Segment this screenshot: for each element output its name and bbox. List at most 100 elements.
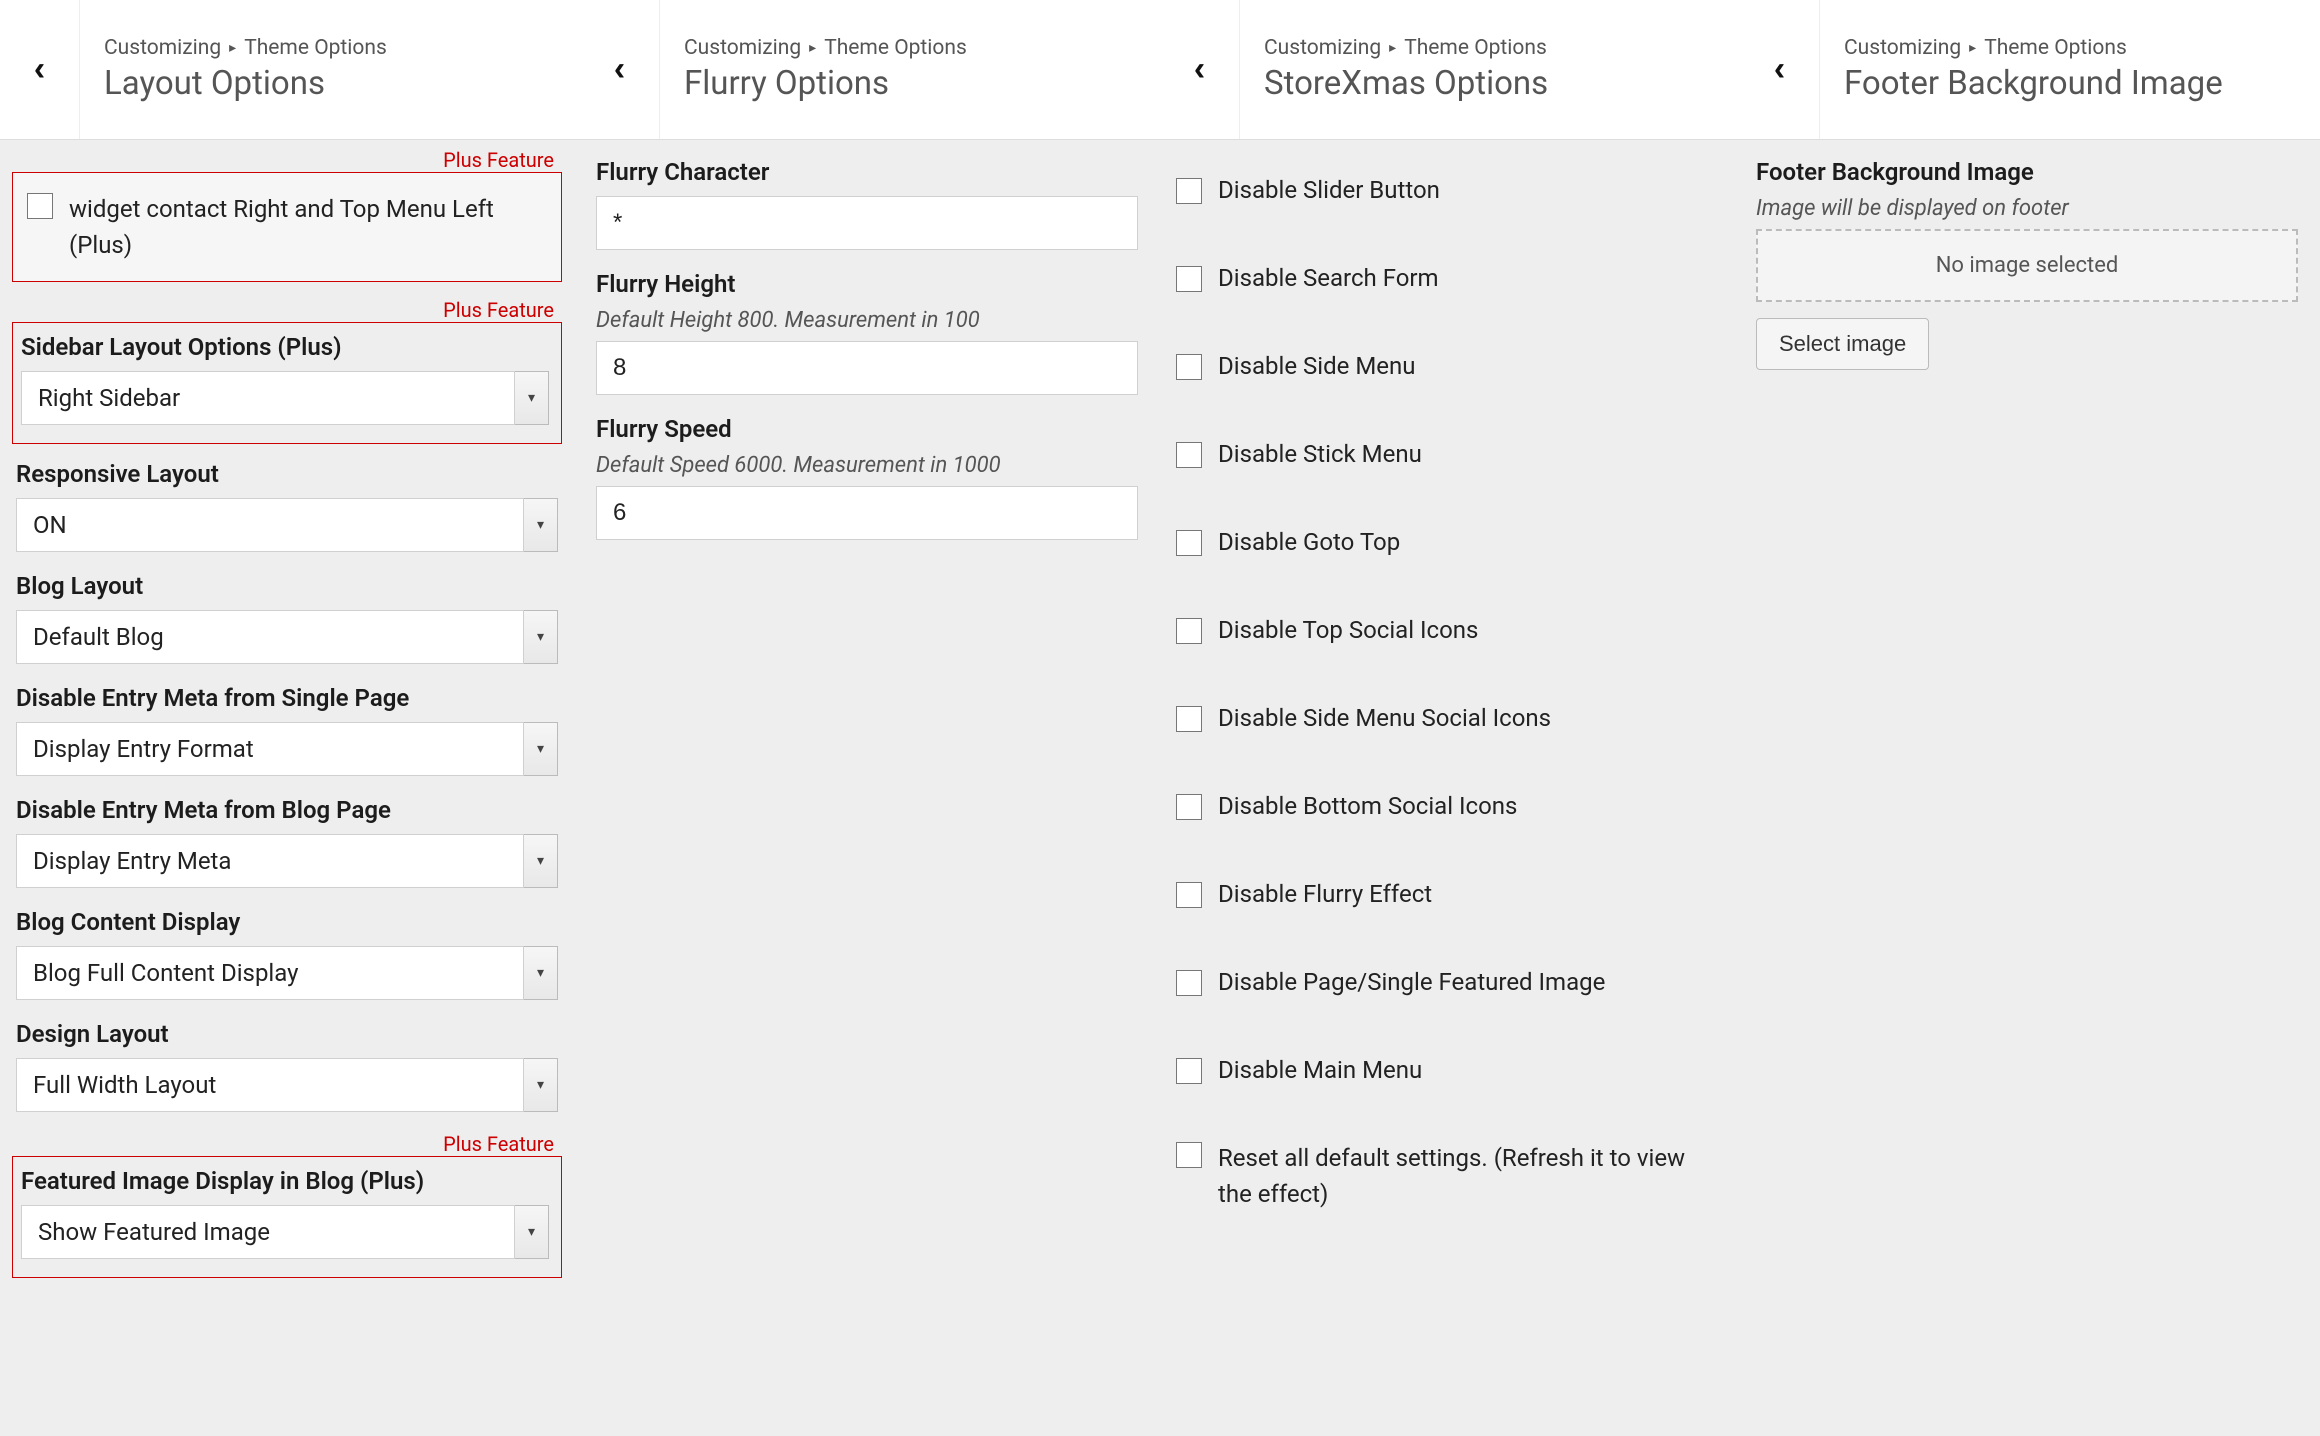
back-button[interactable]: ‹ (0, 0, 80, 139)
breadcrumb-sub: Theme Options (1404, 36, 1547, 60)
disable-featured-image-row[interactable]: Disable Page/Single Featured Image (1172, 950, 1722, 1014)
entry-meta-single-select[interactable]: Display Entry Format ▾ (16, 722, 558, 776)
breadcrumb: Customizing ▸ Theme Options (1264, 36, 1548, 60)
disable-main-menu-row[interactable]: Disable Main Menu (1172, 1038, 1722, 1102)
responsive-layout-field: Responsive Layout ON ▾ (12, 460, 562, 552)
chevron-down-icon: ▾ (537, 517, 544, 533)
pane-body: Footer Background Image Image will be di… (1740, 140, 2320, 408)
checkbox[interactable] (1176, 794, 1202, 820)
chevron-right-icon: ▸ (229, 40, 236, 56)
field-label: Featured Image Display in Blog (Plus) (21, 1167, 549, 1195)
entry-meta-blog-field: Disable Entry Meta from Blog Page Displa… (12, 796, 562, 888)
widget-contact-checkbox-row[interactable]: widget contact Right and Top Menu Left (… (12, 172, 562, 282)
pane-header: ‹ Customizing ▸ Theme Options StoreXmas … (1160, 0, 1740, 140)
checkbox[interactable] (1176, 706, 1202, 732)
flurry-speed-field: Flurry Speed Default Speed 6000. Measure… (592, 415, 1142, 540)
pane-layout-options: ‹ Customizing ▸ Theme Options Layout Opt… (0, 0, 580, 1436)
entry-meta-single-field: Disable Entry Meta from Single Page Disp… (12, 684, 562, 776)
sidebar-layout-select[interactable]: Right Sidebar ▾ (21, 371, 549, 425)
pane-body: Flurry Character Flurry Height Default H… (580, 140, 1160, 578)
select-toggle[interactable]: ▾ (524, 946, 558, 1000)
chevron-right-icon: ▸ (1969, 40, 1976, 56)
checkbox-label: Disable Side Menu (1218, 348, 1415, 384)
design-layout-select[interactable]: Full Width Layout ▾ (16, 1058, 558, 1112)
design-layout-field: Design Layout Full Width Layout ▾ (12, 1020, 562, 1112)
select-value: Show Featured Image (21, 1205, 515, 1259)
pane-body: Plus Feature widget contact Right and To… (0, 140, 580, 1312)
checkbox-label: Disable Page/Single Featured Image (1218, 964, 1605, 1000)
select-toggle[interactable]: ▾ (524, 834, 558, 888)
breadcrumb-sub: Theme Options (244, 36, 387, 60)
checkbox[interactable] (27, 193, 53, 219)
checkbox[interactable] (1176, 178, 1202, 204)
breadcrumb-sub: Theme Options (824, 36, 967, 60)
select-toggle[interactable]: ▾ (524, 610, 558, 664)
checkbox[interactable] (1176, 970, 1202, 996)
blog-content-display-field: Blog Content Display Blog Full Content D… (12, 908, 562, 1000)
checkbox-label: Disable Stick Menu (1218, 436, 1422, 472)
checkbox[interactable] (1176, 442, 1202, 468)
back-button[interactable]: ‹ (580, 0, 660, 139)
chevron-left-icon: ‹ (34, 50, 45, 89)
checkbox[interactable] (1176, 354, 1202, 380)
flurry-character-input[interactable] (596, 196, 1138, 250)
checkbox[interactable] (1176, 530, 1202, 556)
disable-side-menu-row[interactable]: Disable Side Menu (1172, 334, 1722, 398)
plus-feature-badge: Plus Feature (12, 1132, 562, 1156)
header-titles: Customizing ▸ Theme Options Footer Backg… (1820, 36, 2247, 103)
entry-meta-blog-select[interactable]: Display Entry Meta ▾ (16, 834, 558, 888)
checkbox-label: widget contact Right and Top Menu Left (… (69, 191, 547, 263)
field-label: Blog Layout (16, 572, 558, 600)
pane-flurry-options: ‹ Customizing ▸ Theme Options Flurry Opt… (580, 0, 1160, 1436)
select-image-button[interactable]: Select image (1756, 318, 1929, 370)
blog-layout-select[interactable]: Default Blog ▾ (16, 610, 558, 664)
checkbox[interactable] (1176, 882, 1202, 908)
breadcrumb: Customizing ▸ Theme Options (1844, 36, 2223, 60)
pane-storexmas-options: ‹ Customizing ▸ Theme Options StoreXmas … (1160, 0, 1740, 1436)
select-value: Right Sidebar (21, 371, 515, 425)
disable-stick-menu-row[interactable]: Disable Stick Menu (1172, 422, 1722, 486)
pane-title: Layout Options (104, 64, 387, 103)
flurry-height-input[interactable] (596, 341, 1138, 395)
select-toggle[interactable]: ▾ (524, 722, 558, 776)
responsive-layout-select[interactable]: ON ▾ (16, 498, 558, 552)
disable-goto-top-row[interactable]: Disable Goto Top (1172, 510, 1722, 574)
chevron-down-icon: ▾ (537, 629, 544, 645)
checkbox[interactable] (1176, 618, 1202, 644)
select-toggle[interactable]: ▾ (524, 1058, 558, 1112)
blog-layout-field: Blog Layout Default Blog ▾ (12, 572, 562, 664)
field-label: Flurry Character (596, 158, 1138, 186)
featured-image-select[interactable]: Show Featured Image ▾ (21, 1205, 549, 1259)
disable-flurry-row[interactable]: Disable Flurry Effect (1172, 862, 1722, 926)
chevron-down-icon: ▾ (537, 741, 544, 757)
checkbox-label: Disable Goto Top (1218, 524, 1400, 560)
flurry-speed-input[interactable] (596, 486, 1138, 540)
select-toggle[interactable]: ▾ (515, 371, 549, 425)
checkbox[interactable] (1176, 1142, 1202, 1168)
breadcrumb-root: Customizing (684, 36, 801, 60)
checkbox-label: Disable Slider Button (1218, 172, 1440, 208)
image-placeholder: No image selected (1756, 229, 2298, 302)
select-toggle[interactable]: ▾ (515, 1205, 549, 1259)
select-toggle[interactable]: ▾ (524, 498, 558, 552)
disable-bottom-social-row[interactable]: Disable Bottom Social Icons (1172, 774, 1722, 838)
field-label: Flurry Height (596, 270, 1138, 298)
chevron-left-icon: ‹ (1774, 50, 1785, 89)
breadcrumb-root: Customizing (1264, 36, 1381, 60)
disable-search-form-row[interactable]: Disable Search Form (1172, 246, 1722, 310)
disable-top-social-row[interactable]: Disable Top Social Icons (1172, 598, 1722, 662)
checkbox[interactable] (1176, 266, 1202, 292)
disable-side-social-row[interactable]: Disable Side Menu Social Icons (1172, 686, 1722, 750)
pane-header: ‹ Customizing ▸ Theme Options Footer Bac… (1740, 0, 2320, 140)
back-button[interactable]: ‹ (1740, 0, 1820, 139)
checkbox-label: Disable Top Social Icons (1218, 612, 1478, 648)
reset-defaults-row[interactable]: Reset all default settings. (Refresh it … (1172, 1126, 1722, 1226)
disable-slider-button-row[interactable]: Disable Slider Button (1172, 158, 1722, 222)
field-description: Default Speed 6000. Measurement in 1000 (596, 453, 1138, 478)
blog-content-display-select[interactable]: Blog Full Content Display ▾ (16, 946, 558, 1000)
pane-footer-bg: ‹ Customizing ▸ Theme Options Footer Bac… (1740, 0, 2320, 1436)
checkbox[interactable] (1176, 1058, 1202, 1084)
back-button[interactable]: ‹ (1160, 0, 1240, 139)
chevron-right-icon: ▸ (1389, 40, 1396, 56)
breadcrumb-root: Customizing (104, 36, 221, 60)
